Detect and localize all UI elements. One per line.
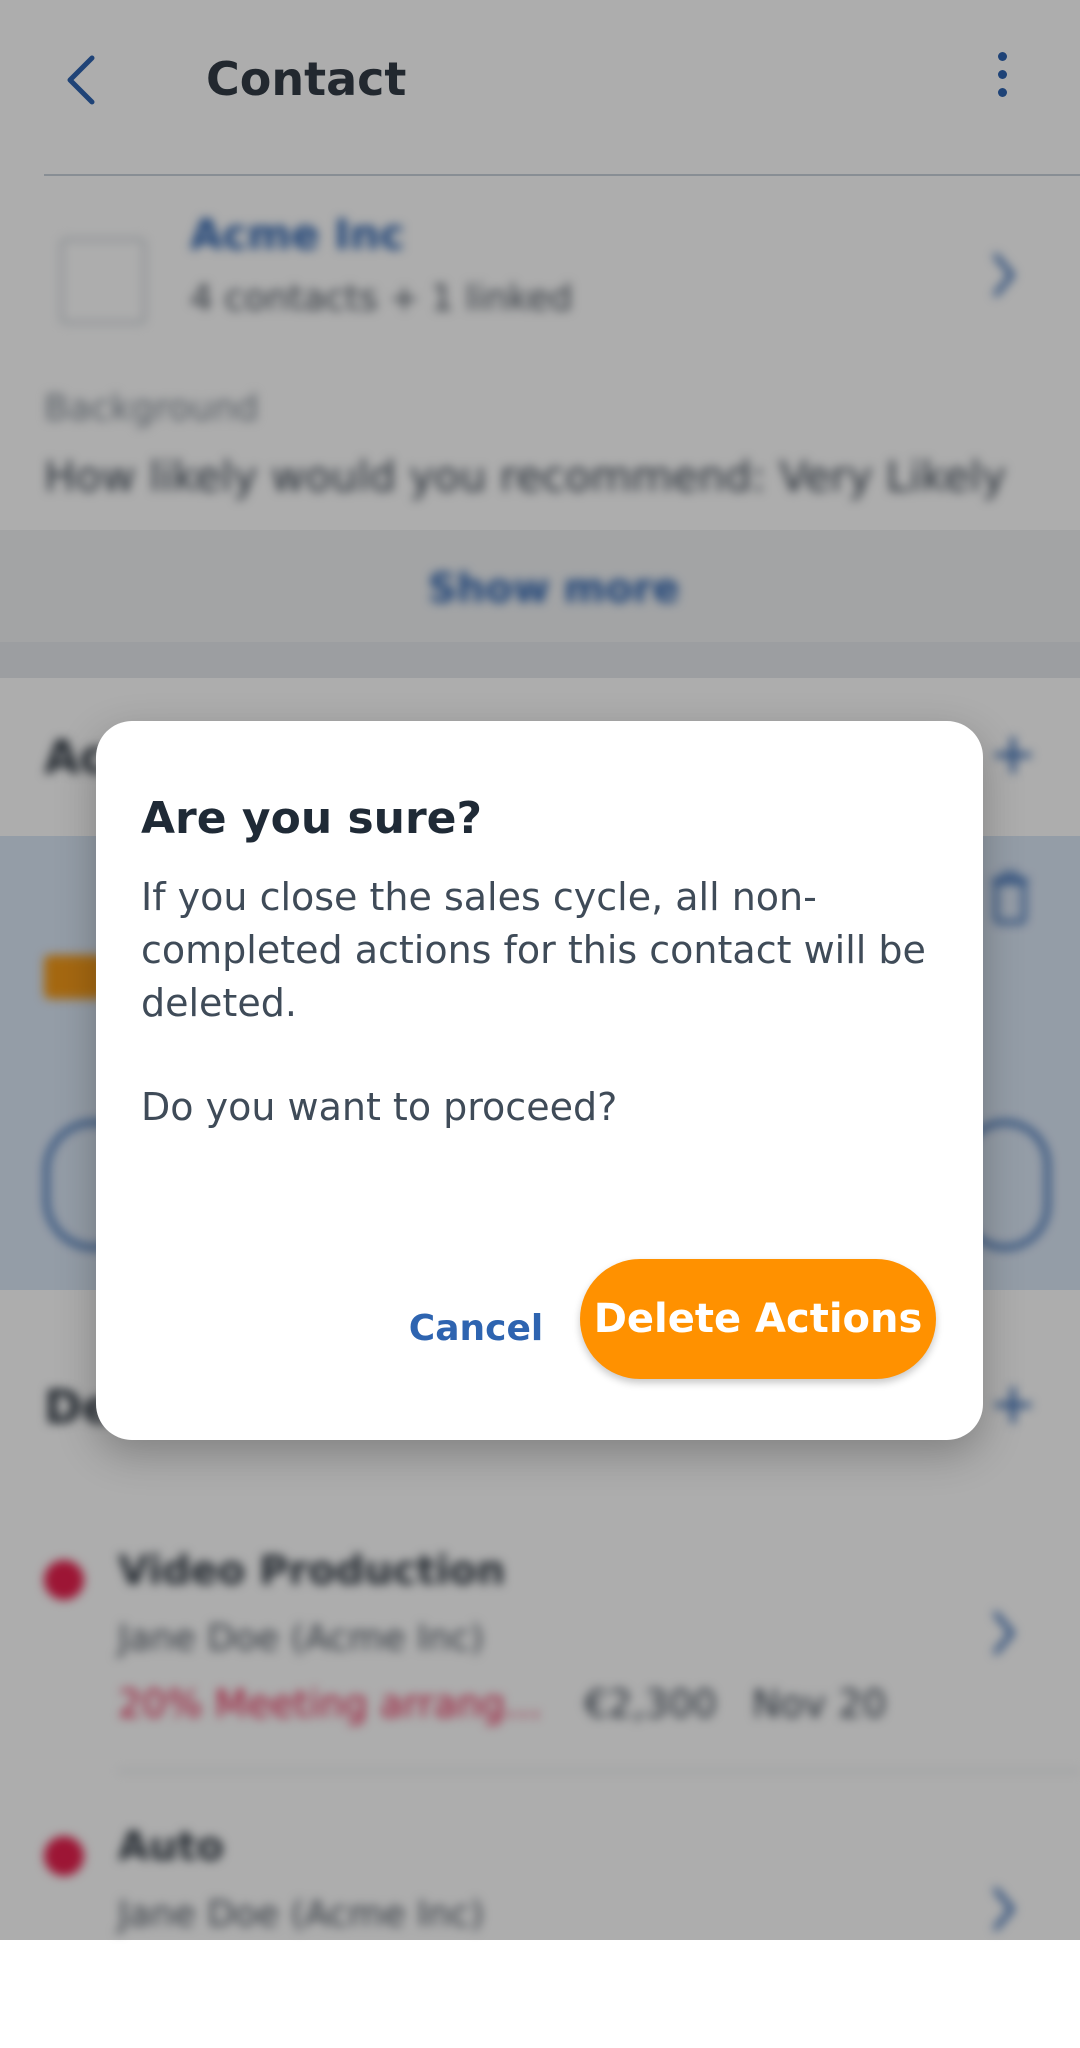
cancel-button[interactable]: Cancel (396, 1295, 556, 1361)
delete-actions-button[interactable]: Delete Actions (580, 1259, 936, 1379)
dialog-message: If you close the sales cycle, all non-co… (141, 875, 926, 1025)
confirm-dialog: Are you sure? If you close the sales cyc… (96, 721, 983, 1440)
contact-screen: Contact Acme Inc 4 contacts + 1 linked B… (0, 0, 1080, 1940)
dialog-title: Are you sure? (141, 793, 483, 844)
dialog-question: Do you want to proceed? (141, 1085, 618, 1129)
